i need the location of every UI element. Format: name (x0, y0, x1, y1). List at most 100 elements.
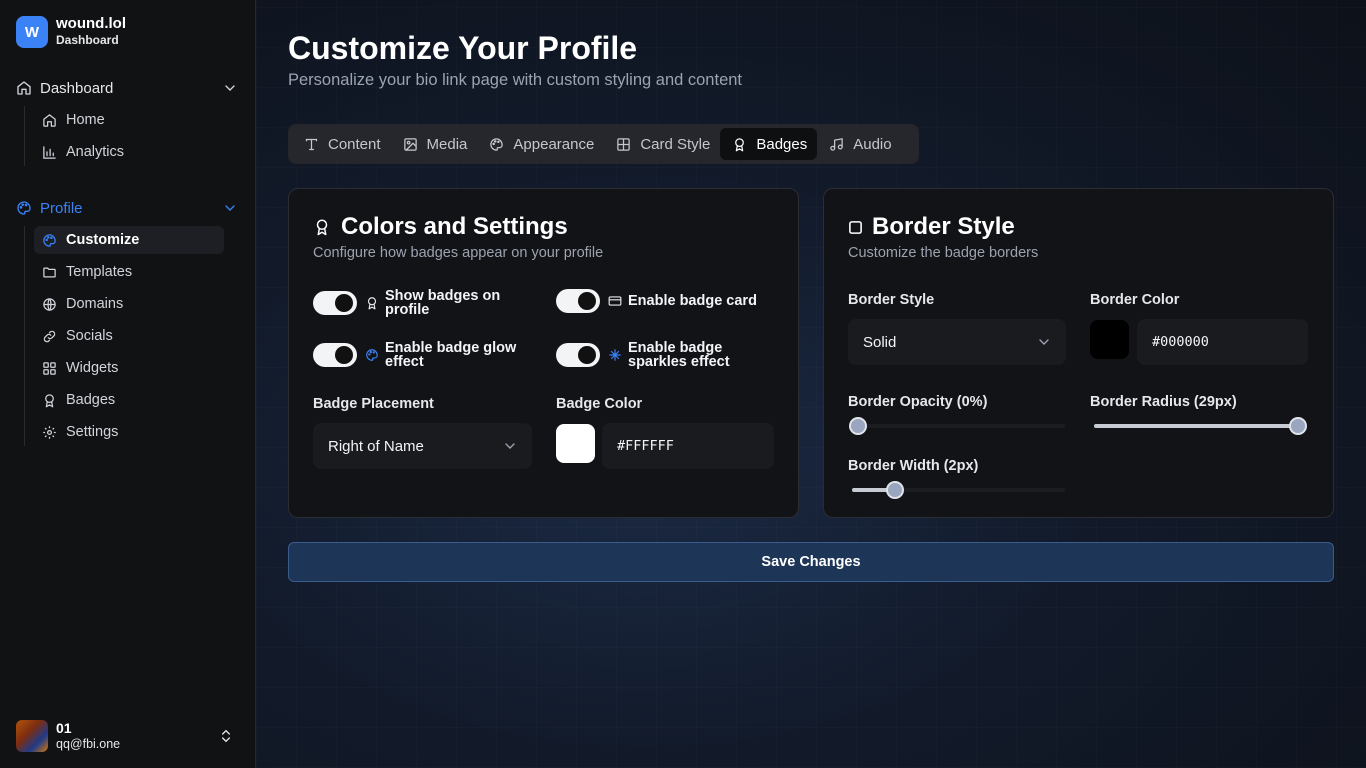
toggle-label: Show badges on profile (385, 288, 501, 318)
sidebar-item-socials[interactable]: Socials (34, 322, 224, 350)
tab-label: Appearance (513, 135, 595, 153)
toggle-badge-sparkles[interactable]: Enable badge sparkles effect (556, 341, 776, 369)
user-menu[interactable]: 01 qq@fbi.one (16, 720, 240, 752)
border-style-select[interactable]: Solid (848, 319, 1066, 365)
slider-thumb[interactable] (885, 481, 904, 499)
border-width-slider[interactable] (852, 481, 1065, 499)
palette-icon (366, 349, 378, 361)
sidebar-group-label: Profile (40, 199, 83, 217)
colors-settings-card: Colors and Settings Configure how badges… (288, 188, 799, 518)
sidebar-item-label: Home (66, 112, 105, 128)
main-content: Customize Your Profile Personalize your … (256, 0, 1366, 768)
sidebar-item-label: Analytics (66, 144, 125, 160)
tab-audio[interactable]: Audio (817, 128, 901, 160)
brand-name: wound.lol (56, 15, 126, 32)
toggle-switch[interactable] (556, 343, 600, 367)
toggle-switch[interactable] (556, 289, 600, 313)
house-icon (17, 81, 31, 95)
toggle-show-badges[interactable]: Show badges on profile (313, 289, 533, 317)
save-changes-button[interactable]: Save Changes (288, 542, 1334, 582)
border-radius-label: Border Radius (29px) (1090, 394, 1237, 410)
sidebar-item-templates[interactable]: Templates (34, 258, 224, 286)
brand-section: Dashboard (56, 33, 119, 47)
sidebar-item-analytics[interactable]: Analytics (34, 138, 224, 166)
award-icon (316, 219, 328, 236)
house-icon (43, 113, 56, 127)
sidebar-item-domains[interactable]: Domains (34, 290, 224, 318)
sidebar-item-label: Domains (66, 296, 124, 312)
toggle-badge-card[interactable]: Enable badge card (556, 289, 776, 313)
sidebar-item-label: Badges (66, 392, 116, 408)
user-name: 01 (56, 720, 72, 736)
chevron-down-icon (225, 205, 235, 211)
card-title: Border Style (848, 213, 1015, 241)
border-color-input[interactable]: #000000 (1137, 319, 1308, 365)
sidebar-item-widgets[interactable]: Widgets (34, 354, 224, 382)
toggle-label: Enable badge sparkles effect (628, 340, 730, 370)
table-icon (617, 137, 631, 151)
badge-color-input[interactable]: #FFFFFF (602, 423, 774, 469)
avatar (16, 720, 48, 752)
sidebar-item-home[interactable]: Home (34, 106, 224, 134)
card-title: Colors and Settings (313, 213, 568, 241)
border-opacity-slider[interactable] (849, 417, 1065, 435)
award-icon (45, 393, 54, 407)
select-value: Solid (863, 333, 897, 351)
slider-thumb[interactable] (849, 417, 867, 435)
card-title-text: Border Style (872, 213, 1015, 240)
page-title: Customize Your Profile (288, 30, 638, 66)
tab-card-style[interactable]: Card Style (604, 128, 720, 160)
badge-color-swatch[interactable] (556, 424, 595, 463)
chevron-down-icon (505, 443, 515, 449)
border-opacity-label: Border Opacity (0%) (848, 394, 988, 410)
sidebar-item-label: Widgets (66, 360, 119, 376)
sidebar-item-customize[interactable]: Customize (34, 226, 224, 254)
user-email: qq@fbi.one (56, 737, 121, 751)
sidebar-item-label: Customize (66, 232, 140, 248)
toggle-switch[interactable] (313, 343, 357, 367)
palette-icon (43, 233, 56, 247)
brand-logo: W (16, 16, 48, 48)
badge-placement-select[interactable]: Right of Name (313, 423, 532, 469)
toggle-label: Enable badge glow effect (385, 340, 517, 370)
sidebar-subnav-profile: Customize Templates Domains Socials Widg… (24, 226, 224, 446)
card-title-text: Colors and Settings (341, 213, 568, 240)
sidebar-group-profile[interactable]: Profile (16, 196, 240, 220)
tab-label: Audio (853, 135, 892, 153)
tab-label: Badges (756, 135, 808, 153)
card-description: Configure how badges appear on your prof… (313, 245, 604, 261)
toggle-badge-glow[interactable]: Enable badge glow effect (313, 341, 533, 369)
page-subtitle: Personalize your bio link page with cust… (288, 71, 742, 89)
border-width-label: Border Width (2px) (848, 458, 979, 474)
border-color-swatch[interactable] (1090, 320, 1129, 359)
tab-appearance[interactable]: Appearance (477, 128, 604, 160)
gear-icon (43, 425, 56, 439)
tab-media[interactable]: Media (391, 128, 478, 160)
sidebar-item-settings[interactable]: Settings (34, 418, 224, 446)
border-radius-slider[interactable] (1094, 417, 1307, 435)
hex-value: #FFFFFF (617, 438, 674, 454)
folder-icon (43, 267, 56, 277)
sidebar-group-dashboard[interactable]: Dashboard (16, 76, 240, 100)
music-icon (830, 137, 843, 151)
tab-content[interactable]: Content (292, 128, 391, 160)
sidebar-item-label: Settings (66, 424, 119, 440)
toggle-label: Enable badge card (628, 293, 757, 309)
badge-placement-label: Badge Placement (313, 396, 434, 412)
sidebar-item-badges[interactable]: Badges (34, 386, 224, 414)
slider-thumb[interactable] (1288, 417, 1307, 435)
toggle-switch[interactable] (313, 291, 357, 315)
sidebar-item-label: Templates (66, 264, 133, 280)
grid-icon (43, 361, 56, 375)
link-icon (43, 330, 56, 342)
tab-badges[interactable]: Badges (720, 128, 818, 160)
slider-fill (1094, 424, 1298, 428)
image-icon (403, 137, 417, 151)
select-value: Right of Name (328, 437, 424, 455)
brand[interactable]: W wound.lol Dashboard (16, 16, 126, 48)
chevron-down-icon (1039, 339, 1049, 345)
palette-icon (17, 201, 31, 215)
sparkles-icon (609, 349, 621, 361)
text-icon (305, 138, 318, 150)
card-description: Customize the badge borders (848, 245, 1039, 261)
